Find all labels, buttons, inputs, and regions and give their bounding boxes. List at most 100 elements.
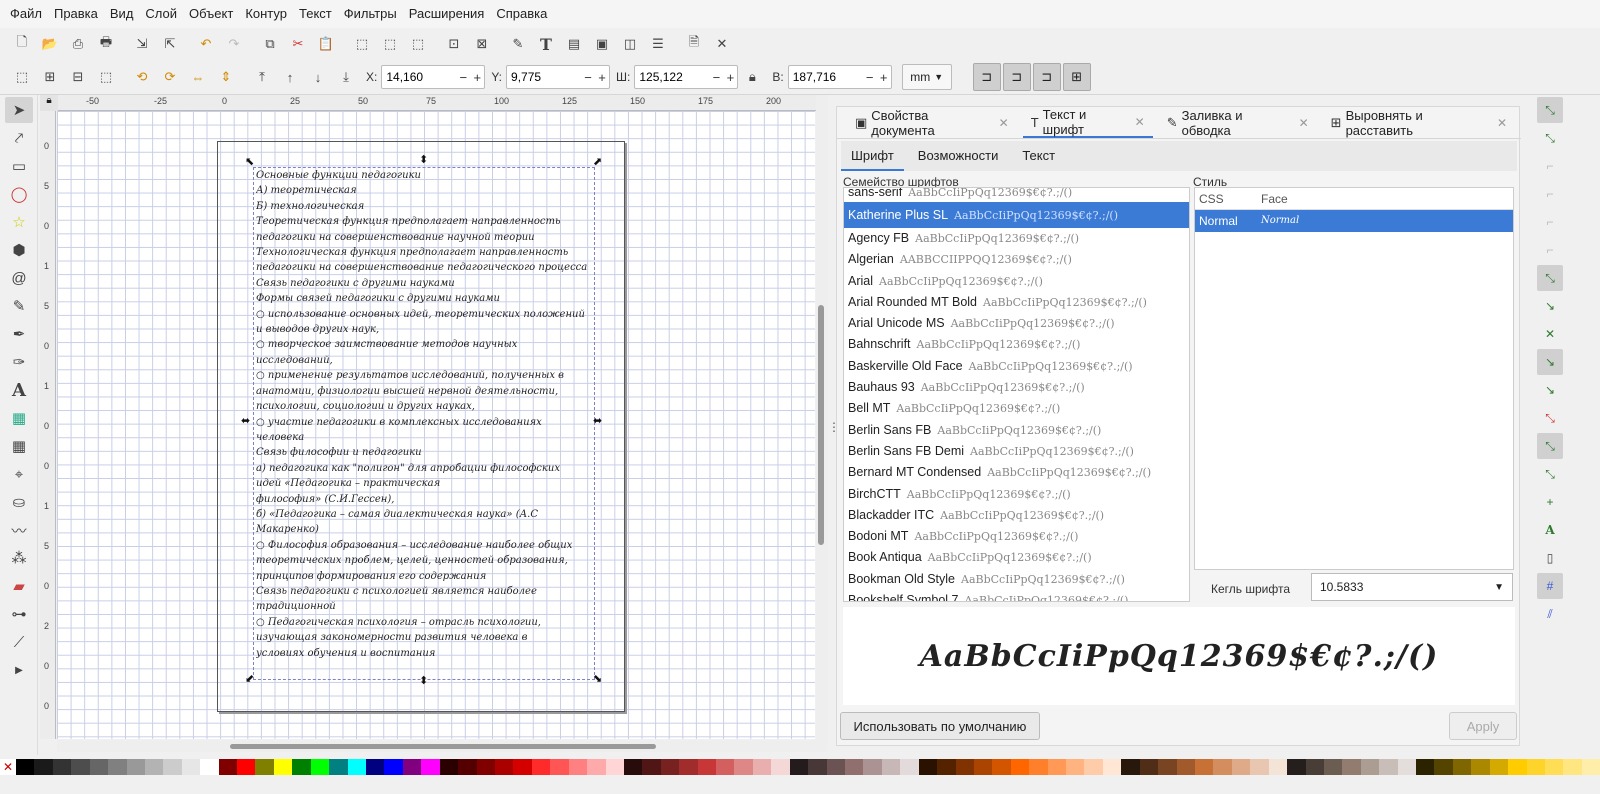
color-swatch[interactable] bbox=[1195, 759, 1214, 775]
color-swatch[interactable] bbox=[1250, 759, 1269, 775]
set-default-button[interactable]: Использовать по умолчанию bbox=[840, 712, 1040, 740]
menu-item[interactable]: Файл bbox=[4, 0, 48, 28]
snap-midpoints-icon[interactable]: ⤡ bbox=[1537, 405, 1563, 431]
snap-bbox-centers-icon[interactable]: ⌐ bbox=[1537, 237, 1563, 263]
menu-item[interactable]: Слой bbox=[139, 0, 183, 28]
color-swatch[interactable] bbox=[1379, 759, 1398, 775]
color-swatch[interactable] bbox=[1563, 759, 1582, 775]
color-swatch[interactable] bbox=[71, 759, 90, 775]
vertical-scrollbar[interactable] bbox=[816, 95, 828, 745]
color-swatch[interactable] bbox=[255, 759, 274, 775]
color-swatch[interactable] bbox=[716, 759, 735, 775]
tweak-tool-icon[interactable]: 〰 bbox=[5, 517, 33, 543]
color-swatch[interactable] bbox=[1139, 759, 1159, 775]
xml-editor-icon[interactable]: ✎ bbox=[507, 33, 529, 55]
color-swatch[interactable] bbox=[1305, 759, 1324, 775]
color-swatch[interactable] bbox=[531, 759, 551, 775]
color-swatch[interactable] bbox=[292, 759, 311, 775]
font-list-item[interactable]: Bookman Old Style AaBbCcIiPpQq12369$€¢?.;… bbox=[844, 569, 1189, 590]
scale-handle-icon[interactable]: ⬍ bbox=[419, 676, 428, 687]
color-swatch[interactable] bbox=[1121, 759, 1140, 775]
color-swatch[interactable] bbox=[844, 759, 864, 775]
zoom-selection-icon[interactable]: ⬚ bbox=[351, 33, 373, 55]
color-swatch[interactable] bbox=[826, 759, 845, 775]
menu-item[interactable]: Правка bbox=[48, 0, 104, 28]
color-swatch[interactable] bbox=[52, 759, 72, 775]
color-swatch[interactable] bbox=[550, 759, 569, 775]
gradient-tool-icon[interactable]: ▦ bbox=[5, 405, 33, 431]
minus-icon[interactable]: − bbox=[863, 70, 877, 85]
chevron-down-icon[interactable]: ▼ bbox=[1494, 582, 1504, 593]
width-input[interactable] bbox=[635, 66, 710, 88]
unit-select[interactable]: mm ▼ bbox=[901, 64, 952, 90]
subtab-features[interactable]: Возможности bbox=[908, 141, 1009, 171]
font-list-item[interactable]: Arial Unicode MS AaBbCcIiPpQq12369$€¢?.;/… bbox=[844, 313, 1189, 334]
font-list-item[interactable]: Arial Rounded MT Bold AaBbCcIiPpQq12369$€… bbox=[844, 292, 1189, 313]
spiral-tool-icon[interactable]: @ bbox=[5, 265, 33, 291]
color-swatch[interactable] bbox=[513, 759, 532, 775]
color-swatch[interactable] bbox=[1526, 759, 1546, 775]
color-swatch[interactable] bbox=[310, 759, 330, 775]
color-swatch[interactable] bbox=[789, 759, 809, 775]
scale-handle-icon[interactable]: ⬌ bbox=[593, 416, 602, 427]
scale-handle-icon[interactable]: ⬊ bbox=[593, 674, 602, 685]
scroll-thumb[interactable] bbox=[230, 744, 656, 749]
calligraphy-tool-icon[interactable]: ✑ bbox=[5, 349, 33, 375]
color-swatch[interactable] bbox=[568, 759, 588, 775]
scale-handle-icon[interactable]: ⬍ bbox=[419, 155, 428, 166]
menu-item[interactable]: Фильтры bbox=[338, 0, 403, 28]
scale-handle-icon[interactable]: ⬋ bbox=[245, 674, 254, 685]
color-swatch[interactable] bbox=[955, 759, 974, 775]
select-all-layers-icon[interactable]: ⊞ bbox=[39, 66, 61, 88]
scroll-thumb[interactable] bbox=[818, 305, 824, 545]
menu-item[interactable]: Контур bbox=[239, 0, 293, 28]
pen-tool-icon[interactable]: ✒ bbox=[5, 321, 33, 347]
tab-document-properties[interactable]: ▣ Свойства документа ✕ bbox=[847, 108, 1017, 138]
mesh-tool-icon[interactable]: ▦ bbox=[5, 433, 33, 459]
color-swatch[interactable] bbox=[1416, 759, 1435, 775]
font-list-item[interactable]: Bodoni MT AaBbCcIiPpQq12369$€¢?.;/() bbox=[844, 526, 1189, 547]
layers-icon[interactable]: ▤ bbox=[563, 33, 585, 55]
minus-icon[interactable]: − bbox=[581, 70, 595, 85]
pencil-tool-icon[interactable]: ✎ bbox=[5, 293, 33, 319]
snap-toggle-icon[interactable]: ⤡ bbox=[1537, 97, 1563, 123]
color-swatch[interactable] bbox=[273, 759, 293, 775]
flip-vertical-icon[interactable]: ⇕ bbox=[215, 66, 237, 88]
flip-horizontal-icon[interactable]: ⇔ bbox=[187, 66, 209, 88]
color-swatch[interactable] bbox=[992, 759, 1011, 775]
raise-icon[interactable]: ↑ bbox=[279, 66, 301, 88]
rectangle-tool-icon[interactable]: ▭ bbox=[5, 153, 33, 179]
save-icon[interactable]: ⎙ bbox=[67, 33, 89, 55]
color-swatch[interactable] bbox=[181, 759, 201, 775]
color-swatch[interactable] bbox=[1360, 759, 1380, 775]
close-icon[interactable]: ✕ bbox=[1299, 116, 1309, 130]
color-swatch[interactable] bbox=[881, 759, 901, 775]
deselect-icon[interactable]: ⬚ bbox=[95, 66, 117, 88]
transform-patterns-icon[interactable]: ⊞ bbox=[1062, 63, 1091, 91]
subtab-font[interactable]: Шрифт bbox=[841, 141, 904, 171]
handwritten-text[interactable]: Основные функции педагогики А) теоретичес… bbox=[256, 168, 596, 661]
color-swatch[interactable] bbox=[1489, 759, 1509, 775]
font-list-item[interactable]: BirchCTT AaBbCcIiPpQq12369$€¢?.;/() bbox=[844, 484, 1189, 505]
rotate-ccw-icon[interactable]: ⟲ bbox=[131, 66, 153, 88]
zoom-page-icon[interactable]: ⬚ bbox=[407, 33, 429, 55]
align-panel-icon[interactable]: ☰ bbox=[647, 33, 669, 55]
undo-icon[interactable]: ↶ bbox=[195, 33, 217, 55]
apply-button[interactable]: Apply bbox=[1449, 712, 1517, 740]
new-document-icon[interactable]: 🗋 bbox=[11, 33, 33, 55]
color-swatch[interactable] bbox=[1213, 759, 1232, 775]
color-swatch[interactable] bbox=[458, 759, 477, 775]
zoom-drawing-icon[interactable]: ⬚ bbox=[379, 33, 401, 55]
snap-others-icon[interactable]: ⤡ bbox=[1537, 433, 1563, 459]
x-input[interactable] bbox=[382, 66, 457, 88]
color-swatch[interactable] bbox=[200, 759, 219, 775]
color-swatch[interactable] bbox=[476, 759, 495, 775]
color-swatch[interactable] bbox=[494, 759, 514, 775]
objects-icon[interactable]: ▣ bbox=[591, 33, 613, 55]
color-swatch[interactable] bbox=[89, 759, 109, 775]
color-swatch[interactable] bbox=[1434, 759, 1453, 775]
horizontal-scrollbar[interactable] bbox=[57, 740, 827, 752]
lock-icon[interactable]: 🔒︎ bbox=[741, 66, 763, 88]
font-family-list[interactable]: sans-serif AaBbCcIiPpQq12369$€¢?.;/() Kath… bbox=[843, 187, 1190, 602]
measure-tool-icon[interactable]: ⟋ bbox=[5, 629, 33, 655]
